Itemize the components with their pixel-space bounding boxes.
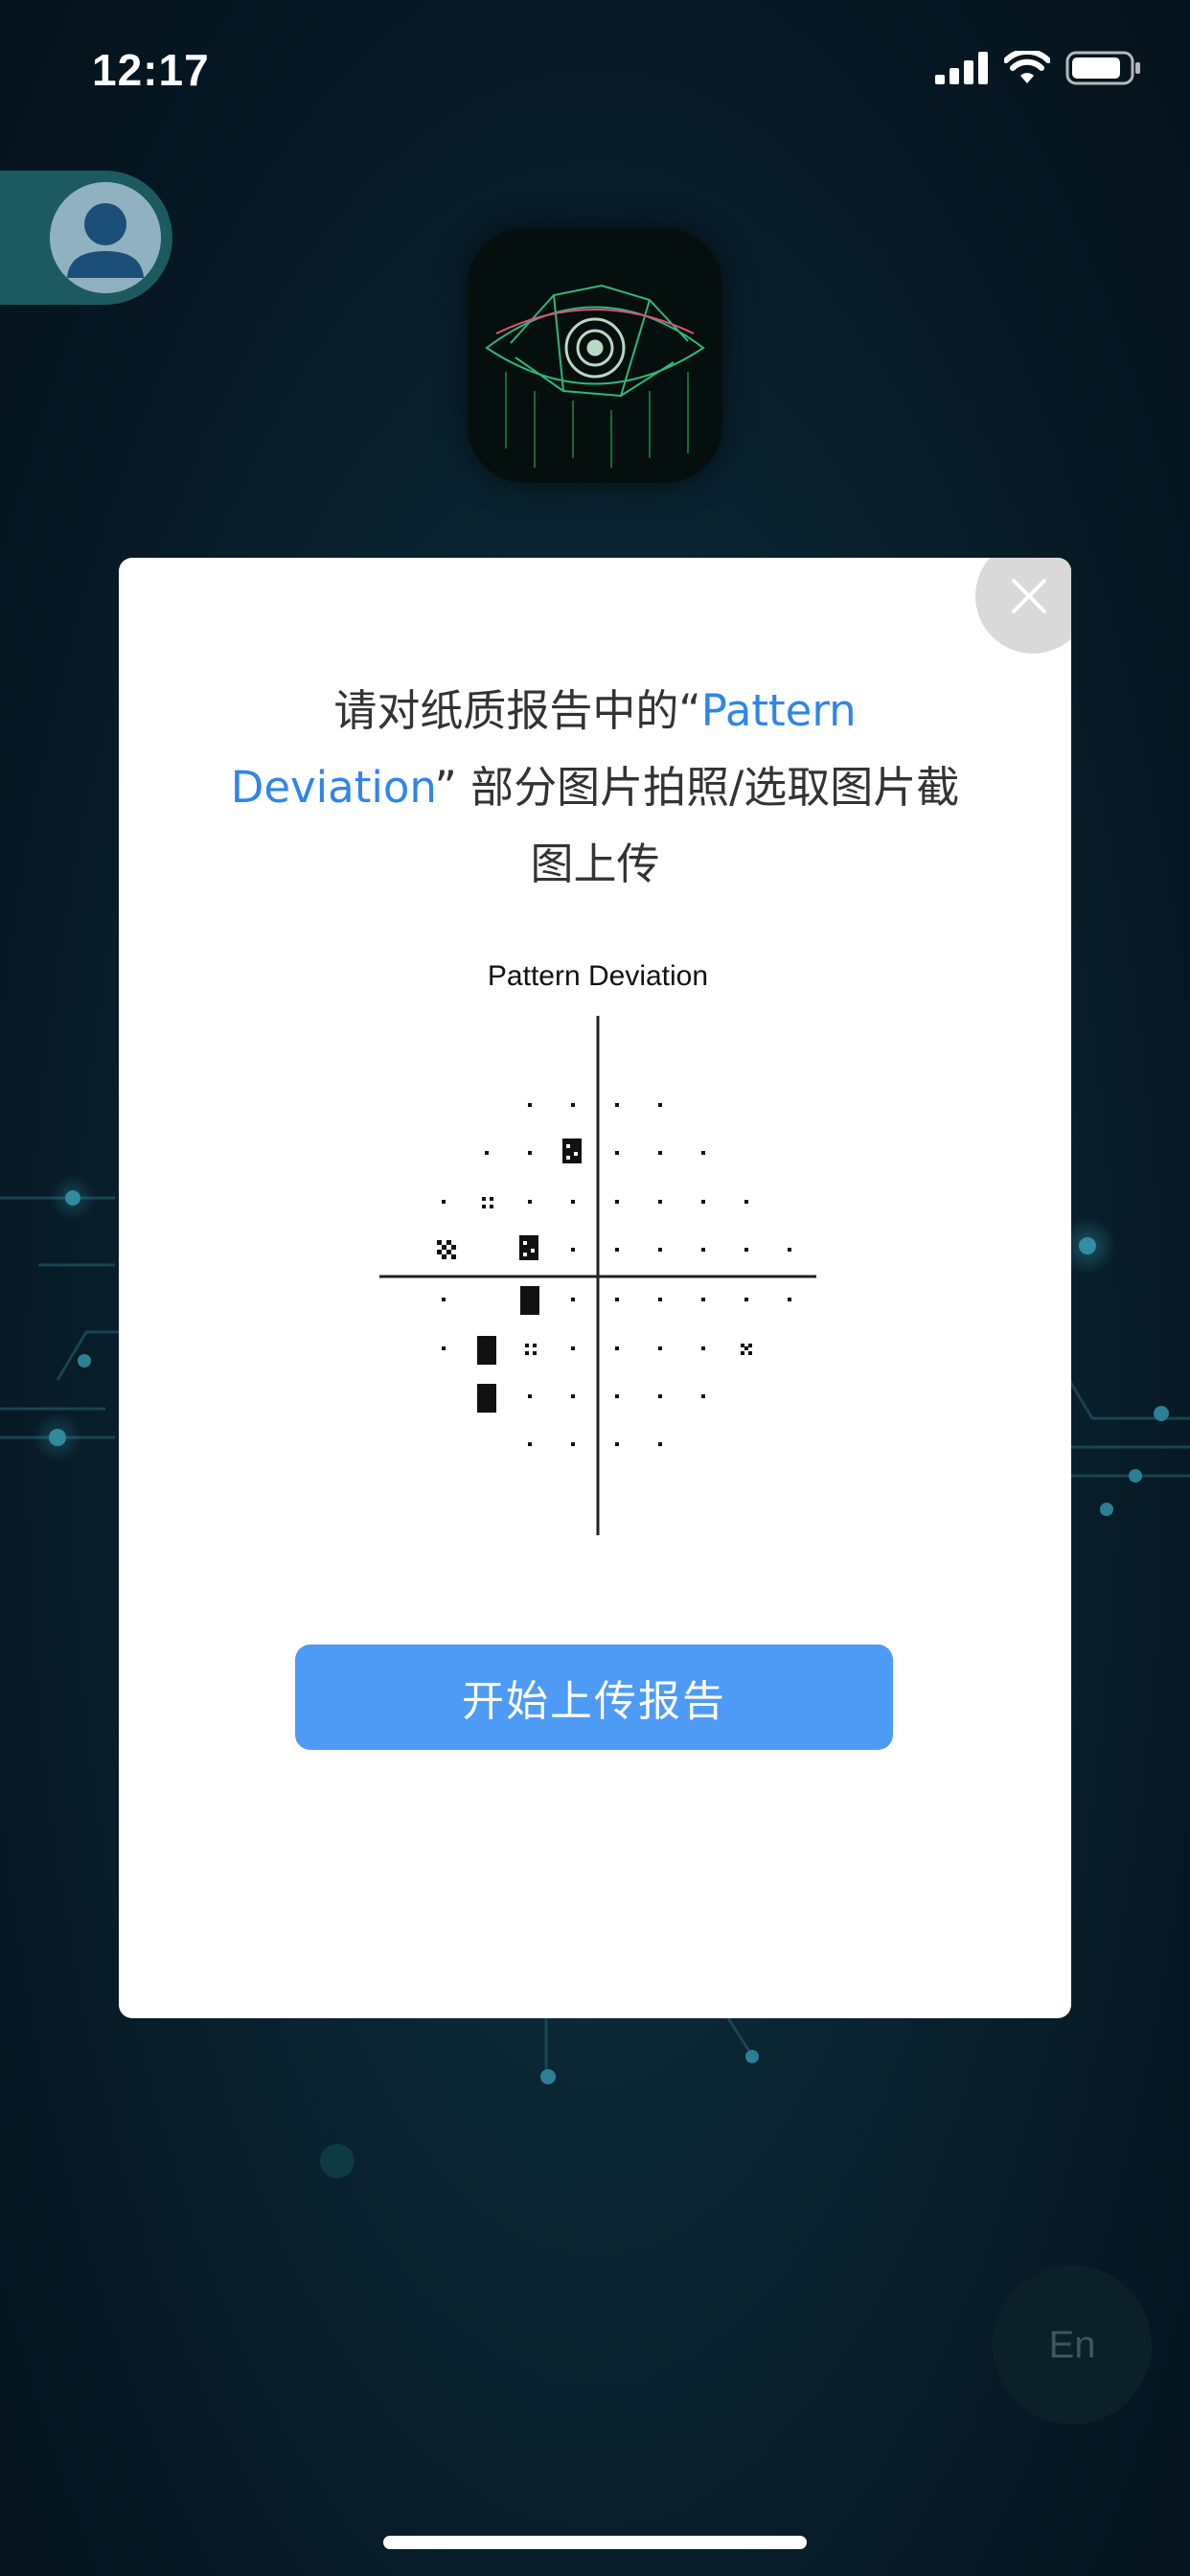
instruction-text: 请对纸质报告中的“Pattern Deviation” 部分图片拍照/选取图片截…	[215, 673, 975, 903]
home-indicator[interactable]	[383, 2536, 807, 2549]
status-icons	[935, 50, 1142, 86]
avatar[interactable]	[50, 182, 161, 293]
pattern-deviation-example: Pattern Deviation	[368, 960, 828, 1545]
user-avatar-tab[interactable]	[0, 171, 172, 305]
instruction-suffix: ” 部分图片拍照/选取图片截图上传	[434, 762, 960, 889]
start-upload-button[interactable]: 开始上传报告	[295, 1644, 893, 1750]
close-icon	[1012, 579, 1046, 613]
close-button[interactable]	[975, 558, 1071, 654]
user-icon	[50, 182, 161, 293]
wifi-icon	[1004, 51, 1050, 83]
eye-network-logo-icon	[485, 284, 705, 468]
battery-icon	[1065, 51, 1140, 85]
status-bar: 12:17	[0, 0, 1190, 144]
status-time: 12:17	[92, 45, 210, 95]
upload-instruction-modal: 请对纸质报告中的“ Pattern Deviation ” 部分图片拍照/选取图片截…	[119, 558, 1071, 2018]
instruction-prefix: 请对纸质报告中的“	[333, 685, 701, 736]
cellular-signal-icon	[935, 52, 988, 84]
language-toggle-button[interactable]: En	[993, 2266, 1152, 2425]
app-logo	[468, 228, 722, 483]
pattern-deviation-plot	[379, 1016, 816, 1535]
